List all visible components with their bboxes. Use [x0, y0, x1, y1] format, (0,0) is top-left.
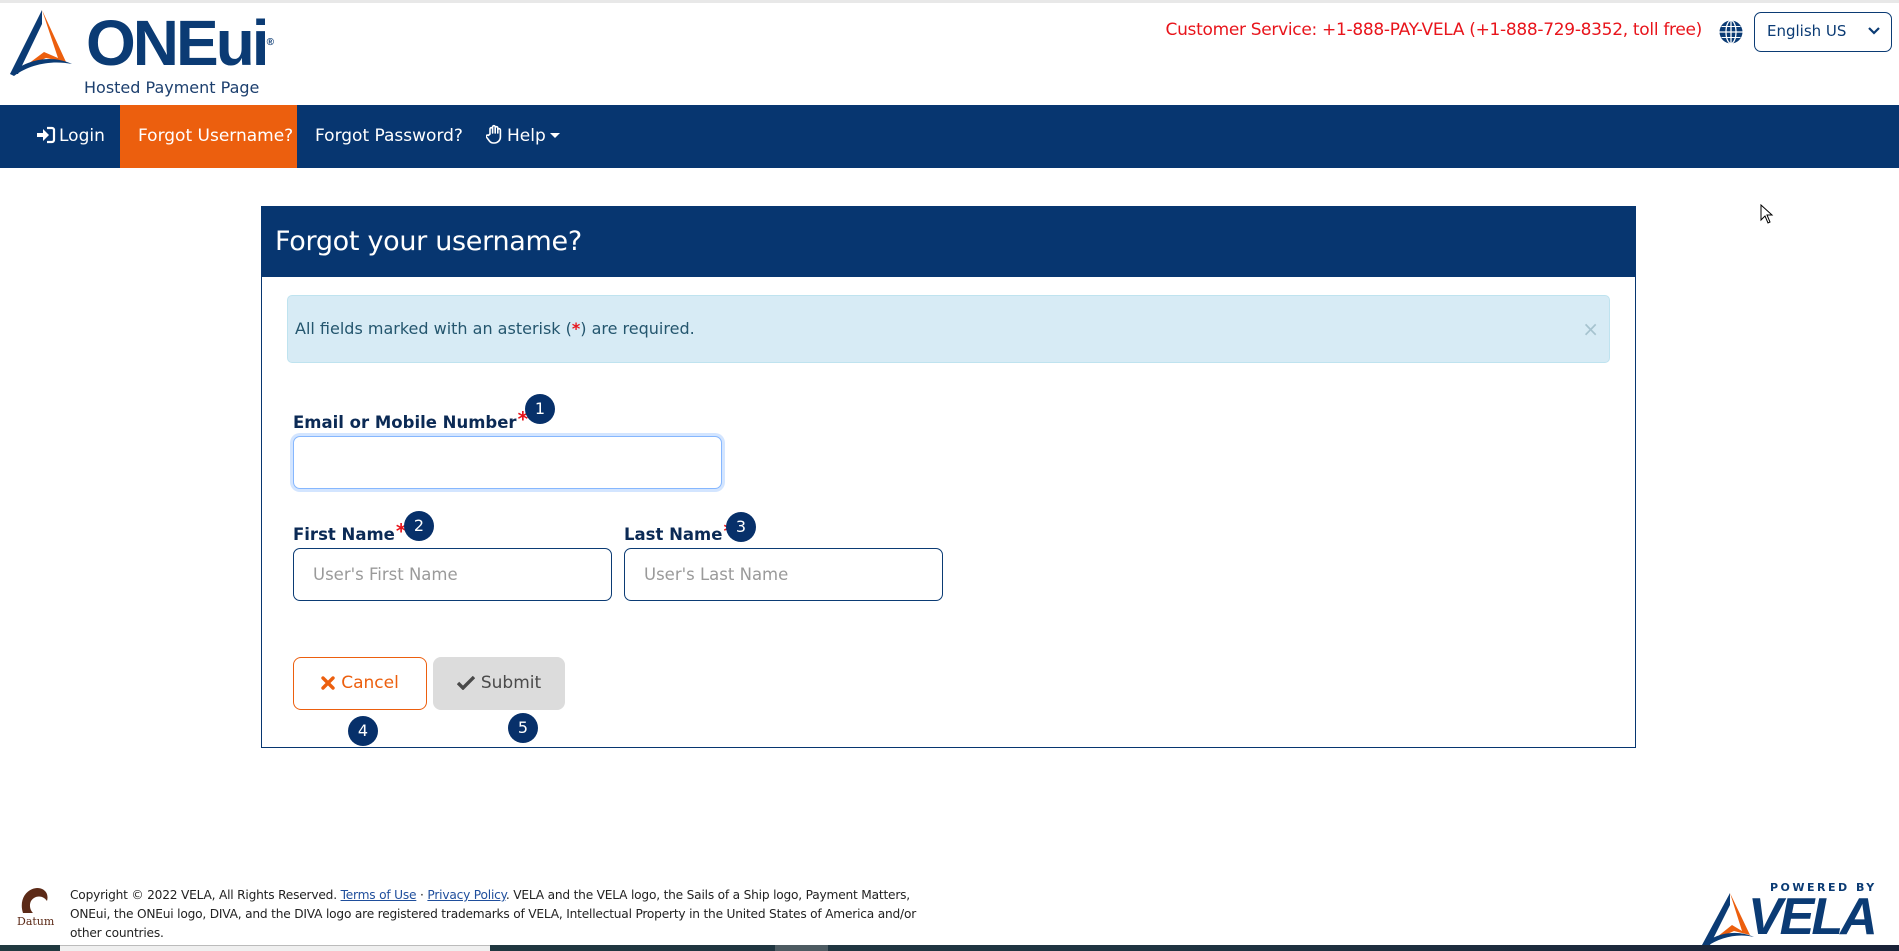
customer-service-text: Customer Service: +1-888-PAY-VELA (+1-88…: [1165, 20, 1703, 40]
required-fields-alert: All fields marked with an asterisk (*) a…: [287, 295, 1610, 363]
taskbar-app-item[interactable]: [775, 945, 828, 951]
submit-button[interactable]: Submit: [433, 657, 565, 710]
mouse-cursor-icon: [1760, 204, 1774, 224]
taskbar-window-tab[interactable]: [60, 945, 490, 951]
first-name-label-text: First Name: [293, 525, 395, 544]
powered-by-vela-logo: POWERED BY VELA: [1700, 881, 1880, 947]
nav-forgot-password[interactable]: Forgot Password?: [297, 105, 481, 168]
language-select[interactable]: English US: [1754, 12, 1892, 52]
sail-logo-icon: [10, 10, 72, 76]
step-badge-4: 4: [348, 716, 378, 746]
nav-login[interactable]: Login: [18, 105, 123, 168]
globe-icon: [1719, 19, 1743, 45]
step-badge-1: 1: [525, 394, 555, 424]
caret-down-icon: [549, 133, 560, 138]
nav-help-dropdown[interactable]: Help: [468, 105, 578, 168]
last-name-input[interactable]: [624, 548, 943, 601]
footer-separator: ·: [420, 888, 424, 902]
email-label-text: Email or Mobile Number: [293, 413, 517, 432]
vela-brand-text: VELA: [1748, 888, 1878, 946]
alert-text-end: ) are required.: [580, 319, 695, 338]
taskbar: [0, 945, 1899, 951]
card-title: Forgot your username?: [262, 207, 1635, 277]
last-name-label: Last Name*: [624, 519, 734, 544]
datum-logo-icon: [21, 888, 48, 913]
email-or-mobile-input[interactable]: [293, 436, 722, 489]
nav-forgot-username-label: Forgot Username?: [138, 126, 294, 146]
cancel-button[interactable]: Cancel: [293, 657, 427, 710]
alert-asterisk: *: [571, 319, 581, 338]
nav-login-label: Login: [59, 126, 105, 146]
alert-text: All fields marked with an asterisk (: [295, 319, 572, 338]
main-nav: Login Forgot Username? Forgot Password? …: [0, 105, 1899, 168]
datum-logo: Datum: [17, 885, 59, 930]
step-badge-2: 2: [404, 511, 434, 541]
times-icon: [321, 676, 335, 690]
sign-in-icon: [37, 126, 56, 144]
submit-label: Submit: [480, 673, 542, 693]
email-label: Email or Mobile Number*: [293, 407, 528, 432]
check-icon: [456, 675, 476, 691]
nav-forgot-password-label: Forgot Password?: [315, 126, 463, 146]
footer-copyright: Copyright © 2022 VELA, All Rights Reserv…: [70, 886, 950, 943]
language-selected-value: English US: [1767, 22, 1847, 40]
forgot-username-card: Forgot your username? All fields marked …: [261, 206, 1636, 748]
cancel-label: Cancel: [341, 673, 399, 693]
copyright-text: Copyright © 2022 VELA, All Rights Reserv…: [70, 888, 337, 902]
step-badge-5: 5: [508, 713, 538, 743]
logo-subtitle: Hosted Payment Page: [84, 78, 260, 97]
top-border: [0, 0, 1899, 3]
datum-logo-text: Datum: [17, 915, 55, 928]
hand-paper-icon: [485, 124, 502, 144]
chevron-down-icon: [1868, 27, 1880, 35]
step-badge-3: 3: [726, 512, 756, 542]
oneui-logo[interactable]: ONEui® Hosted Payment Page: [6, 6, 326, 102]
logo-brand-text: ONEui®: [86, 7, 274, 79]
first-name-label: First Name*: [293, 519, 406, 544]
last-name-label-text: Last Name: [624, 525, 723, 544]
terms-of-use-link[interactable]: Terms of Use: [341, 888, 417, 902]
privacy-policy-link[interactable]: Privacy Policy: [427, 888, 506, 902]
close-icon[interactable]: ×: [1582, 296, 1599, 362]
first-name-input[interactable]: [293, 548, 612, 601]
nav-forgot-username[interactable]: Forgot Username?: [120, 105, 297, 168]
nav-help-label: Help: [507, 126, 546, 146]
